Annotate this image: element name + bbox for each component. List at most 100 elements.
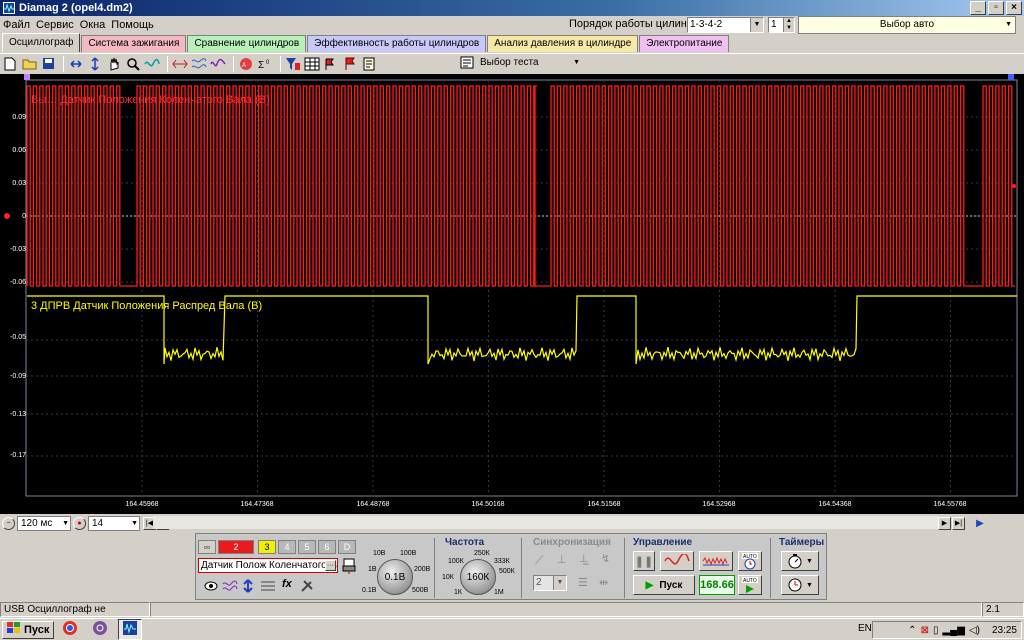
channel-6-button[interactable]: 6 <box>318 540 336 554</box>
menu-service[interactable]: Сервис <box>33 19 77 31</box>
channel-3-button[interactable]: 3 <box>258 540 276 554</box>
position-select[interactable]: 14 ▼ <box>88 515 140 531</box>
y-tick-label: 0.06 <box>12 147 26 154</box>
sine-mode-button[interactable] <box>660 551 694 571</box>
svg-text:Σ: Σ <box>258 60 264 71</box>
minimize-button[interactable]: _ <box>970 1 986 15</box>
channel1-trace <box>26 85 1015 287</box>
spin-arrows-icon: ▲ ▼ <box>783 18 794 32</box>
stretch-vertical-icon[interactable] <box>87 56 103 72</box>
position-value: 14 <box>92 517 104 529</box>
restore-button[interactable]: ▫ <box>988 1 1004 15</box>
status-spacer <box>150 602 982 617</box>
start-button-os[interactable]: Пуск <box>2 620 55 639</box>
scroll-right-button[interactable]: ▶ <box>938 516 951 530</box>
expand-signal-icon[interactable] <box>172 56 188 72</box>
tab-power-supply[interactable]: Электропитание <box>639 35 730 52</box>
wave-stack-icon[interactable] <box>191 56 207 72</box>
tab-cylinder-efficiency[interactable]: Эффективность работы цилиндров <box>307 35 487 52</box>
sync-channel-select: 2 ▼ <box>533 575 567 591</box>
volume-icon[interactable]: ◁) <box>969 625 980 636</box>
eye-icon[interactable] <box>204 580 218 595</box>
noise-mode-button[interactable] <box>699 551 733 571</box>
tray-arrow-icon[interactable]: ⌃ <box>908 625 916 636</box>
signal-overlay-icon[interactable] <box>144 56 160 72</box>
test-select-label: Выбор теста <box>480 57 539 68</box>
tab-pressure-analysis[interactable]: Анализ давления в цилиндре <box>487 35 639 52</box>
channel-all-button[interactable]: ▫▫ <box>198 540 216 554</box>
oscilloscope-display[interactable]: Вы… Датчик Положения Коленчатого Вала (В… <box>0 74 1024 514</box>
filter-icon[interactable] <box>285 56 301 72</box>
cylinder-order-select[interactable]: 1-3-4-2 ▼ <box>687 17 764 33</box>
channel-2-button[interactable]: 2 <box>218 540 254 554</box>
timebase-select[interactable]: 120 мс ▼ <box>17 515 71 531</box>
function-icon[interactable]: fx <box>282 578 292 590</box>
save-icon[interactable] <box>40 56 56 72</box>
test-select[interactable]: Выбор теста ▼ <box>454 55 584 71</box>
position-icon[interactable]: ● <box>73 516 86 530</box>
y-tick-label: -0.06 <box>10 279 26 286</box>
play-scroll-icon[interactable]: ▶ <box>972 516 988 530</box>
open-folder-icon[interactable] <box>21 56 37 72</box>
new-file-icon[interactable] <box>2 56 18 72</box>
flag-icon[interactable] <box>342 56 358 72</box>
voltage-knob-label: 500В <box>412 587 429 594</box>
more-button[interactable]: ··· <box>325 560 336 571</box>
markers-icon[interactable] <box>323 56 339 72</box>
tab-cylinder-compare[interactable]: Сравнение цилиндров <box>187 35 307 52</box>
voltage-knob-label: 1В <box>368 566 377 573</box>
close-button[interactable]: × <box>1006 1 1022 15</box>
x-tick-label: 164.52968 <box>702 501 736 508</box>
horizontal-scrollbar[interactable] <box>153 516 938 529</box>
channel-4-button[interactable]: 4 <box>278 540 296 554</box>
channel-d-button[interactable]: D <box>338 540 356 554</box>
device-icon[interactable]: ▯ <box>933 625 939 636</box>
signal-icon[interactable]: ▂▄▆ <box>942 625 964 636</box>
scroll-last-button[interactable]: ▶| <box>952 516 965 530</box>
language-indicator[interactable]: EN <box>858 623 872 634</box>
tab-oscilloscope[interactable]: Осциллограф <box>2 33 81 52</box>
table-icon[interactable] <box>304 56 320 72</box>
timer-button[interactable]: ▼ <box>781 575 819 595</box>
notes-icon[interactable] <box>361 56 377 72</box>
tab-ignition[interactable]: Система зажигания <box>81 35 187 52</box>
network-error-icon[interactable]: ⊠ <box>921 625 929 636</box>
auto-play-button[interactable]: AUTO <box>738 575 762 595</box>
menu-help[interactable]: Помощь <box>108 19 157 31</box>
invert-icon[interactable] <box>242 579 254 596</box>
auto-timer-button[interactable]: AUTO <box>738 551 762 571</box>
pause-button[interactable]: ❚❚ <box>633 551 655 571</box>
tools-icon[interactable] <box>300 579 314 596</box>
stopwatch-button[interactable]: ▼ <box>781 551 819 571</box>
print-icon[interactable] <box>342 558 356 577</box>
select-car-label: Выбор авто <box>879 19 935 30</box>
zero-offset-icon[interactable]: Σ0 <box>257 56 273 72</box>
diamag-task-icon[interactable] <box>118 619 143 640</box>
sensor-name-field[interactable]: Датчик Полож Коленчатого Вала <box>198 558 338 573</box>
x-tick-label: 164.51568 <box>587 501 621 508</box>
hand-pan-icon[interactable] <box>106 56 122 72</box>
grid-lines-icon[interactable] <box>260 579 276 596</box>
frequency-knob[interactable]: 160К <box>460 559 496 595</box>
select-car-button[interactable]: Выбор авто ▼ <box>798 16 1016 34</box>
viber-icon[interactable] <box>92 620 108 639</box>
y-tick-label: 0.09 <box>12 114 26 121</box>
channel-5-button[interactable]: 5 <box>298 540 316 554</box>
start-button[interactable]: ▶ Пуск <box>633 575 695 595</box>
voltage-knob[interactable]: 0.1В <box>377 559 413 595</box>
tab-bar: Осциллограф Система зажигания Сравнение … <box>2 33 730 53</box>
menu-file[interactable]: Файл <box>0 19 33 31</box>
zoom-out-icon[interactable]: − <box>2 516 15 530</box>
svg-text:A: A <box>242 63 246 69</box>
scope-chart <box>4 74 1018 497</box>
menu-windows[interactable]: Окна <box>77 19 109 31</box>
wave-compare-icon[interactable] <box>210 56 226 72</box>
wave-filter-icon[interactable] <box>222 579 238 596</box>
zoom-icon[interactable] <box>125 56 141 72</box>
chevron-down-icon: ▼ <box>806 557 813 565</box>
timebase-value: 120 мс <box>21 517 53 529</box>
cylinder-number-spinner[interactable]: 1 ▲ ▼ <box>768 17 795 33</box>
chrome-icon[interactable] <box>62 620 78 639</box>
auto-scale-icon[interactable]: A <box>238 56 254 72</box>
stretch-horizontal-icon[interactable] <box>68 56 84 72</box>
